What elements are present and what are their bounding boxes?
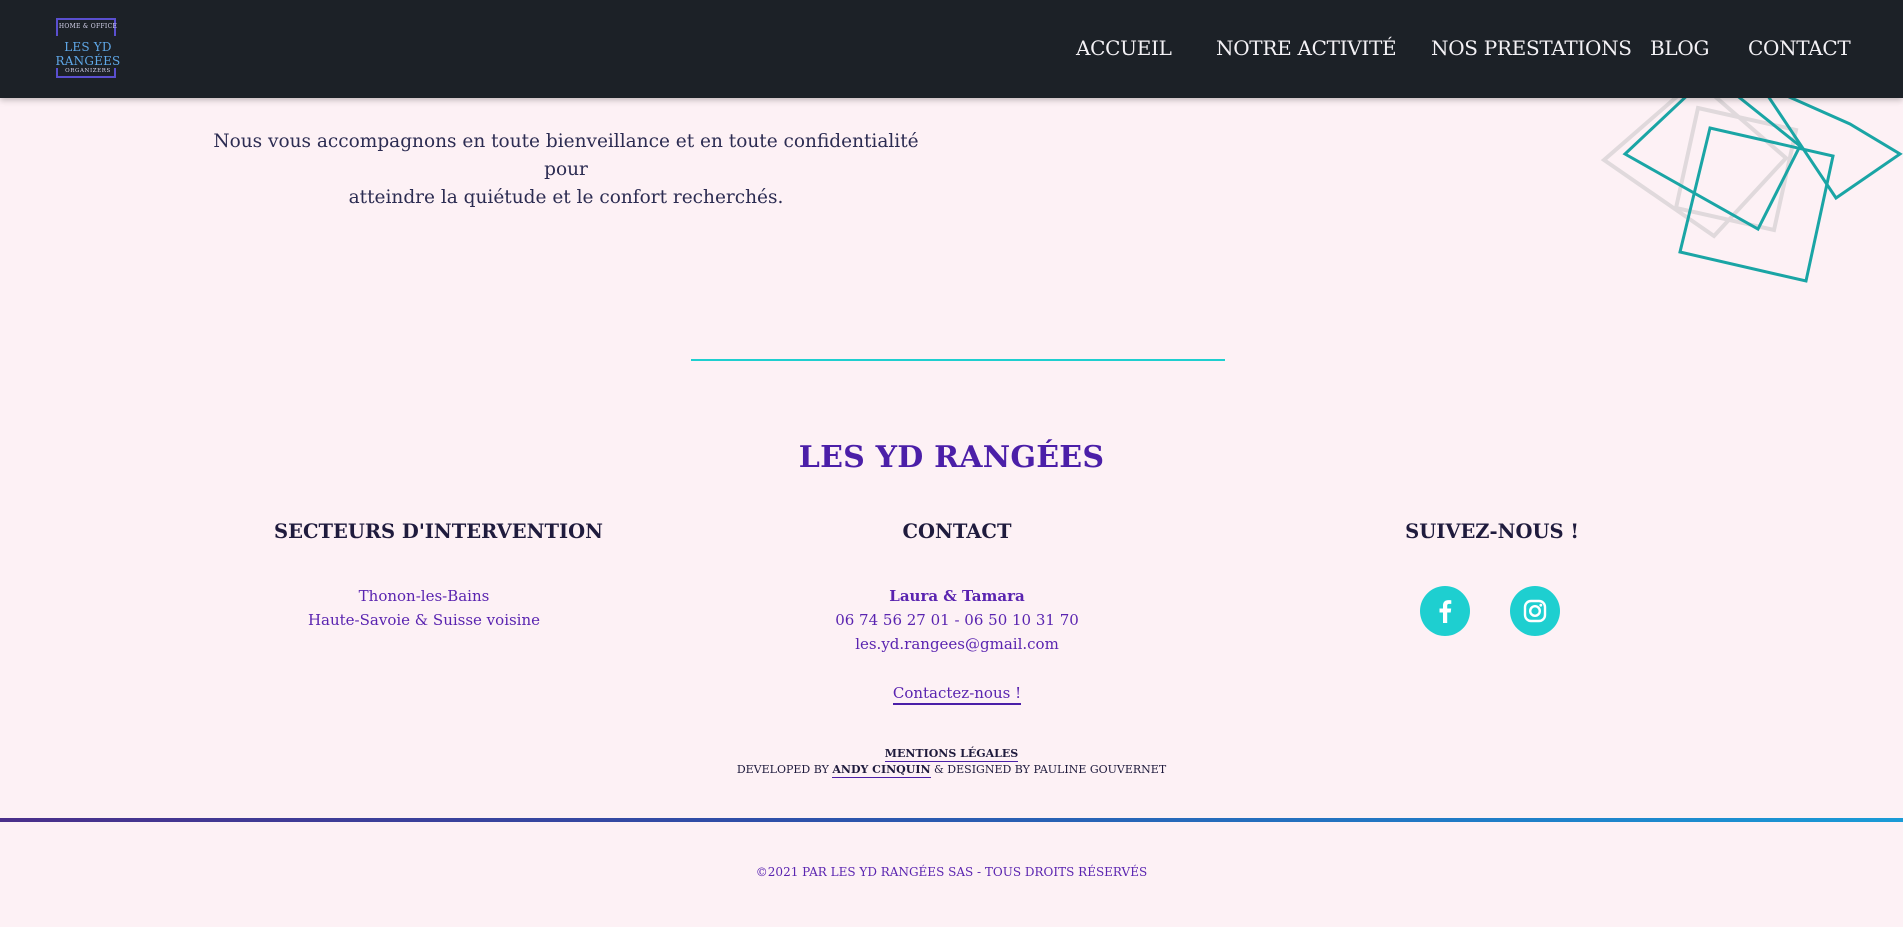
credits-line: DEVELOPED BY ANDY CINQUIN & DESIGNED BY … — [0, 763, 1903, 778]
intro-text: Nous vous accompagnons en toute bienveil… — [200, 128, 932, 212]
nav-item-accueil[interactable]: ACCUEIL — [1076, 36, 1172, 62]
footer-gradient-line — [0, 818, 1903, 822]
contact-cta-wrapper: Contactez-nous ! — [807, 684, 1107, 705]
copyright-text: ©2021 PAR LES YD RANGÉES SAS - TOUS DROI… — [755, 865, 1148, 879]
contact-title: CONTACT — [902, 520, 1012, 543]
sectors-region: Haute-Savoie & Suisse voisine — [307, 611, 541, 629]
sectors-title: SECTEURS D'INTERVENTION — [274, 520, 603, 543]
nav-item-blog[interactable]: BLOG — [1650, 36, 1709, 62]
logo-top-text: HOME & OFFICE — [58, 23, 118, 30]
nav-item-notre-activite[interactable]: NOTRE ACTIVITÉ — [1216, 36, 1397, 62]
logo-main-text: LES YD RANGÉES — [36, 40, 140, 68]
nav-item-nos-prestations[interactable]: NOS PRESTATIONS — [1431, 36, 1632, 62]
instagram-icon — [1523, 599, 1547, 623]
contact-phones[interactable]: 06 74 56 27 01 - 06 50 10 31 70 — [807, 611, 1107, 629]
footer-brand-title: LES YD RANGÉES — [798, 440, 1105, 475]
facebook-icon — [1439, 600, 1452, 623]
sectors-city: Thonon-les-Bains — [358, 587, 490, 605]
intro-line-1: Nous vous accompagnons en toute bienveil… — [213, 131, 919, 180]
section-divider — [691, 359, 1225, 361]
credits-developed-prefix: DEVELOPED BY — [736, 763, 829, 776]
decorative-squares — [1600, 94, 1903, 283]
social-title: SUIVEZ-NOUS ! — [1405, 520, 1579, 543]
site-logo[interactable]: HOME & OFFICE LES YD RANGÉES ORGANIZERS — [36, 18, 140, 80]
nav-item-contact[interactable]: CONTACT — [1748, 36, 1851, 62]
contact-cta-link[interactable]: Contactez-nous ! — [892, 684, 1022, 705]
logo-bottom-text: ORGANIZERS — [65, 68, 111, 74]
contact-names: Laura & Tamara — [889, 587, 1025, 605]
contact-email[interactable]: les.yd.rangees@gmail.com — [807, 635, 1107, 653]
legal-wrapper: MENTIONS LÉGALES — [0, 747, 1903, 762]
credits-designed: & DESIGNED BY PAULINE GOUVERNET — [934, 763, 1167, 776]
legal-link[interactable]: MENTIONS LÉGALES — [884, 747, 1019, 762]
instagram-button[interactable] — [1510, 586, 1560, 636]
site-header: HOME & OFFICE LES YD RANGÉES ORGANIZERS … — [0, 0, 1903, 98]
facebook-button[interactable] — [1420, 586, 1470, 636]
intro-line-2: atteindre la quiétude et le confort rech… — [348, 187, 784, 208]
developer-link[interactable]: ANDY CINQUIN — [832, 763, 931, 778]
